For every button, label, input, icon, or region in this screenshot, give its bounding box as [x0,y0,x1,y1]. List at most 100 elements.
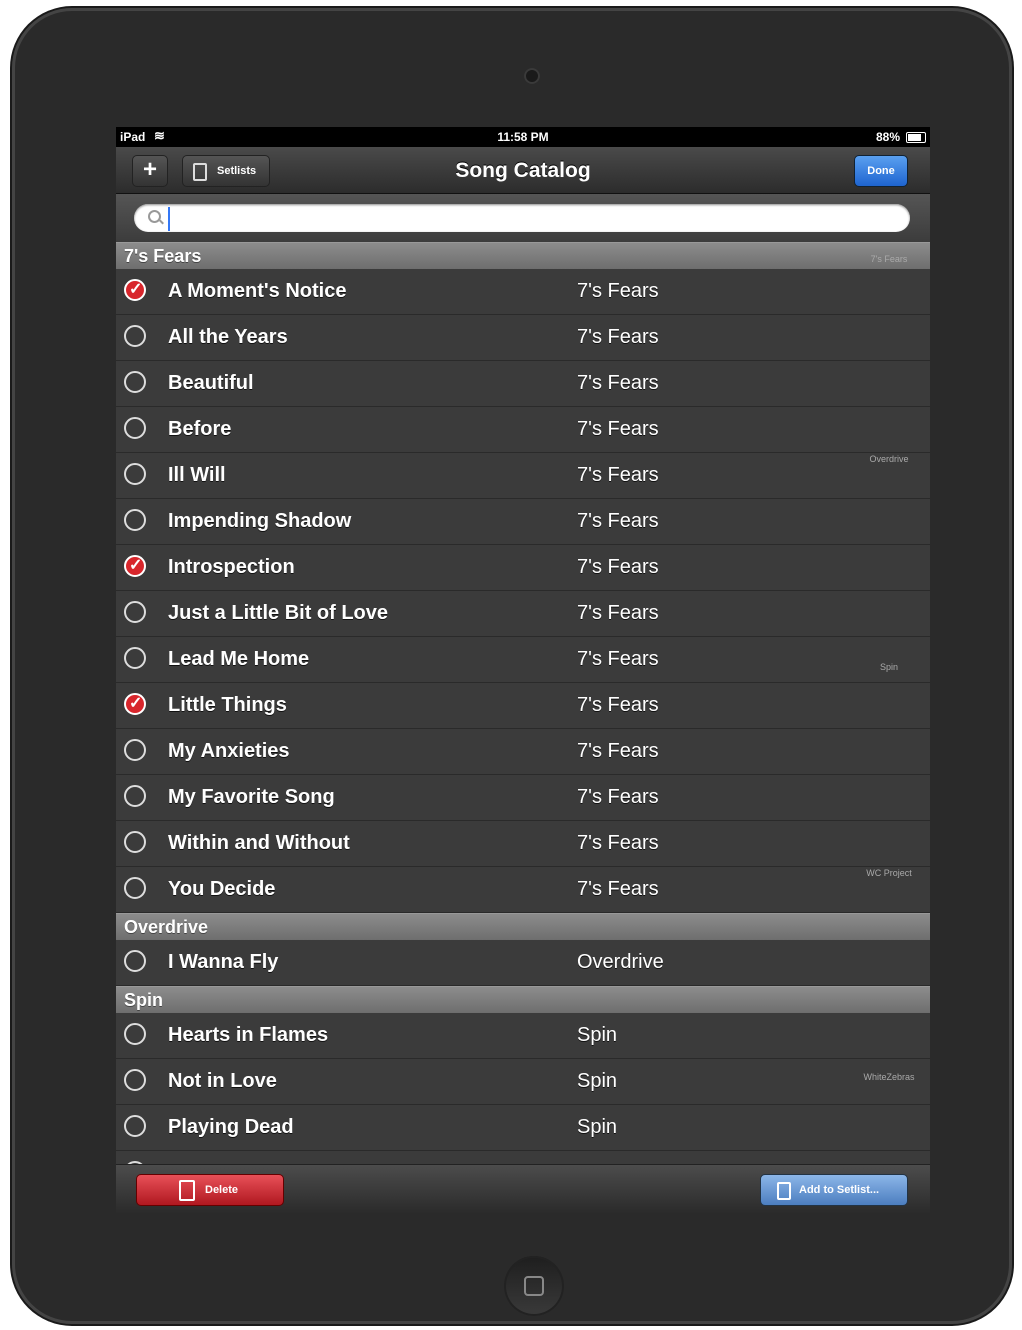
song-title: A Moment's Notice [168,280,347,302]
done-button[interactable]: Done [854,155,908,187]
unchecked-circle-icon[interactable] [124,601,146,623]
song-title: Hearts in Flames [168,1024,329,1046]
song-row[interactable]: Beautiful 7's Fears [116,361,930,407]
unchecked-circle-icon[interactable] [124,463,146,485]
unchecked-circle-icon[interactable] [124,509,146,531]
song-title: Ill Will [168,464,226,486]
unchecked-circle-icon[interactable] [124,877,146,899]
checked-circle-icon[interactable] [124,555,146,577]
song-artist: 7's Fears [577,418,659,440]
song-title: Playing Dead [168,1116,294,1138]
unchecked-circle-icon[interactable] [124,739,146,761]
navigation-bar: + Setlists Song Catalog Done [116,147,930,194]
song-row[interactable]: All the Years 7's Fears [116,315,930,361]
song-artist: 7's Fears [577,280,659,302]
unchecked-circle-icon[interactable] [124,950,146,972]
song-title: Lead Me Home [168,648,310,670]
song-title: Just a Little Bit of Love [168,602,389,624]
song-title: Impending Shadow [168,510,352,532]
song-row[interactable]: I Wanna Fly Overdrive [116,940,930,986]
song-title: I Wanna Fly [168,951,279,973]
song-list[interactable]: 7's FearsA Moment's Notice7's FearsAll t… [116,242,930,1164]
clipboard-icon [777,1182,791,1200]
song-row[interactable]: Just a Little Bit of Love 7's Fears [116,591,930,637]
song-row[interactable]: Playing Dead Spin [116,1105,930,1151]
checked-circle-icon[interactable] [124,279,146,301]
song-row[interactable]: Introspection 7's Fears [116,545,930,591]
song-row[interactable]: Little Things 7's Fears [116,683,930,729]
bottom-toolbar: Delete Add to Setlist... [116,1164,930,1213]
section-header: 7's Fears [116,242,930,269]
song-row[interactable]: A Moment's Notice 7's Fears [116,269,930,315]
app-screen: iPad ≋ 11:58 PM 88% + Setlists Song Cata… [116,127,930,1213]
section-header: Overdrive [116,913,930,940]
unchecked-circle-icon[interactable] [124,647,146,669]
song-artist: 7's Fears [577,326,659,348]
song-artist: 7's Fears [577,464,659,486]
song-title: Not in Love [168,1070,277,1092]
battery-icon [906,132,926,143]
song-title: You Decide [168,878,276,900]
unchecked-circle-icon[interactable] [124,1023,146,1045]
unchecked-circle-icon[interactable] [124,831,146,853]
battery-percent: 88% [875,130,900,144]
unchecked-circle-icon[interactable] [124,785,146,807]
add-to-setlist-button[interactable]: Add to Setlist... [760,1174,908,1206]
status-bar: iPad ≋ 11:58 PM 88% [116,127,930,147]
song-title: Before [168,418,232,440]
section-index-item[interactable]: WhiteZebras [854,1072,924,1082]
song-row[interactable]: Lead Me Home 7's Fears [116,637,930,683]
section-index[interactable]: 7's Fears Overdrive Spin WC Project WhiteZeb… [854,242,924,1164]
unchecked-circle-icon[interactable] [124,371,146,393]
song-artist: 7's Fears [577,832,659,854]
song-artist: 7's Fears [577,878,659,900]
song-row[interactable]: Ill Will 7's Fears [116,453,930,499]
song-title: Beautiful [168,372,254,394]
song-title: All the Years [168,326,288,348]
song-row[interactable]: Within and Without 7's Fears [116,821,930,867]
camera [524,68,540,84]
song-row[interactable]: Not in Love Spin [116,1059,930,1105]
song-row[interactable]: My Favorite Song 7's Fears [116,775,930,821]
song-artist: Spin [577,1070,618,1092]
song-title: Little Things [168,694,287,716]
trash-icon [179,1180,195,1201]
section-index-item[interactable]: Overdrive [854,454,924,464]
checked-circle-icon[interactable] [124,693,146,715]
section-index-item[interactable]: 7's Fears [854,254,924,264]
search-icon [148,210,161,223]
song-title: Within and Without [168,832,350,854]
song-artist: Overdrive [577,951,664,973]
song-title: Introspection [168,556,295,578]
search-input[interactable] [168,207,904,231]
song-artist: Spin [577,1024,618,1046]
song-row[interactable]: You Decide 7's Fears [116,867,930,913]
unchecked-circle-icon[interactable] [124,1069,146,1091]
song-artist: 7's Fears [577,602,659,624]
song-artist: 7's Fears [577,740,659,762]
song-row[interactable]: Before 7's Fears [116,407,930,453]
song-artist: 7's Fears [577,556,659,578]
delete-button[interactable]: Delete [136,1174,284,1206]
unchecked-circle-icon[interactable] [124,417,146,439]
search-field[interactable] [134,204,910,232]
song-title: My Anxieties [168,740,290,762]
song-row[interactable]: My Anxieties 7's Fears [116,729,930,775]
song-artist: Spin [577,1116,618,1138]
song-artist: 7's Fears [577,648,659,670]
song-title: My Favorite Song [168,786,335,808]
song-row[interactable]: Hearts in Flames Spin [116,1013,930,1059]
section-index-item[interactable]: WC Project [854,868,924,878]
section-header: Spin [116,986,930,1013]
song-artist: 7's Fears [577,694,659,716]
song-artist: 7's Fears [577,372,659,394]
add-to-setlist-label: Add to Setlist... [799,1184,880,1196]
status-time: 11:58 PM [497,130,549,144]
unchecked-circle-icon[interactable] [124,1115,146,1137]
song-artist: 7's Fears [577,510,659,532]
unchecked-circle-icon[interactable] [124,325,146,347]
song-row[interactable]: Reprisal SongSpin [116,1151,930,1164]
home-button[interactable] [504,1256,564,1316]
section-index-item[interactable]: Spin [854,662,924,672]
song-row[interactable]: Impending Shadow 7's Fears [116,499,930,545]
